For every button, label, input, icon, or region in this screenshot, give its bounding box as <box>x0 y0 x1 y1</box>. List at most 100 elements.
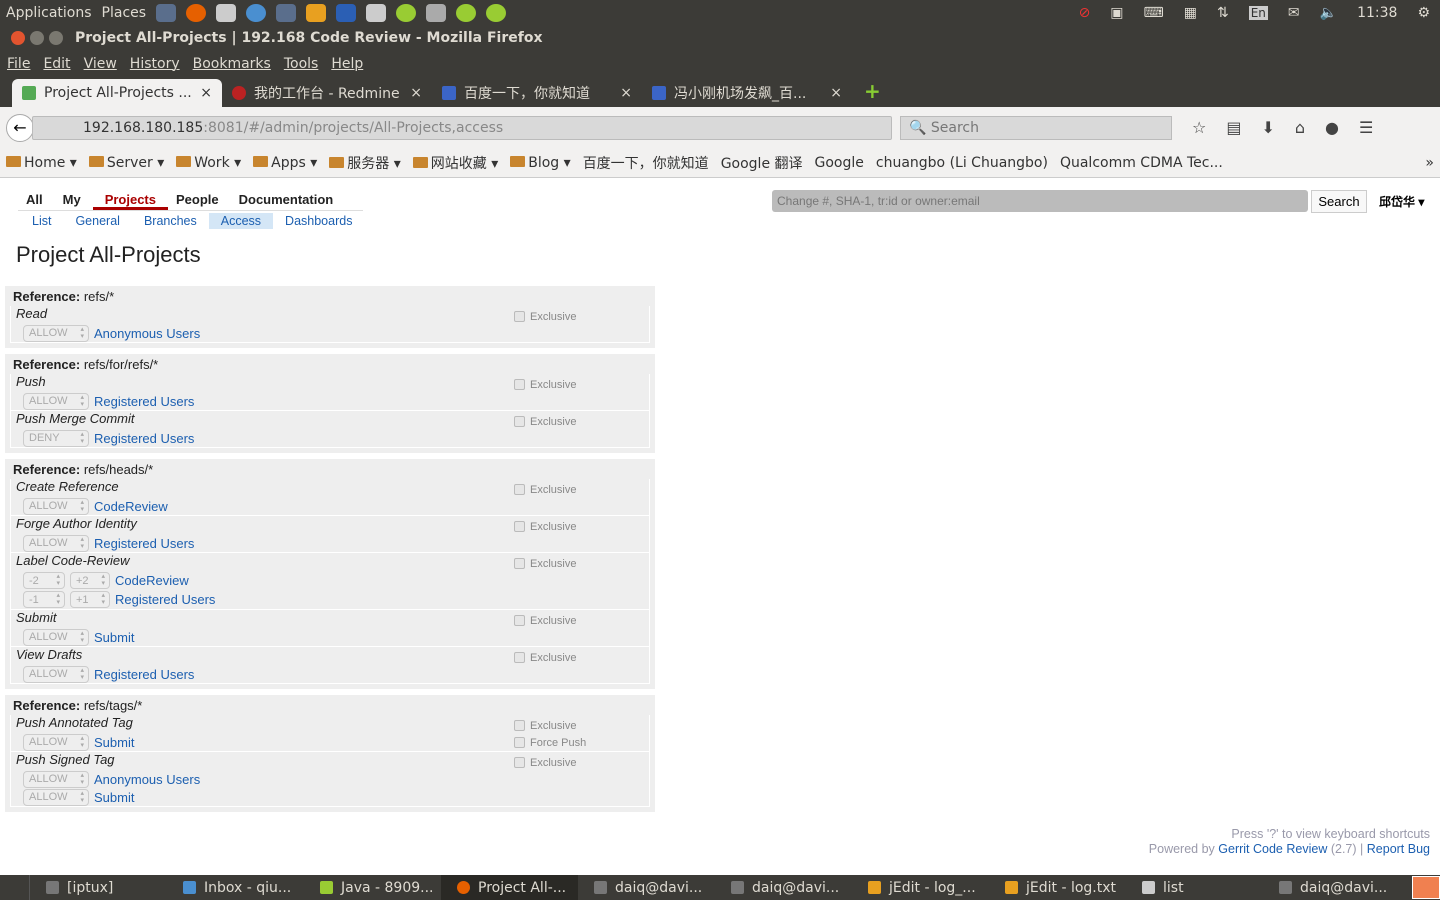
checkbox-icon[interactable] <box>514 615 525 626</box>
jedit-launcher-icon[interactable] <box>306 3 327 22</box>
new-tab-button[interactable]: + <box>864 79 881 107</box>
hamburger-menu-icon[interactable]: ☰ <box>1359 118 1373 137</box>
bookmark-folder-home[interactable]: Home ▾ <box>6 155 77 171</box>
user-menu[interactable]: 邱岱华 ▾ <box>1379 193 1424 210</box>
places-menu[interactable]: Places <box>102 5 147 21</box>
home-icon[interactable]: ⌂ <box>1295 118 1305 137</box>
taskbar-item-list[interactable]: list <box>1126 875 1263 900</box>
bookmarks-overflow-icon[interactable]: » <box>1425 155 1440 171</box>
show-desktop-icon[interactable] <box>0 875 30 900</box>
group-link[interactable]: CodeReview <box>94 499 168 514</box>
bookmark-google[interactable]: Google <box>815 155 864 171</box>
search-button[interactable]: Search <box>1311 190 1367 213</box>
browser-launcher-icon[interactable] <box>246 3 267 22</box>
checkbox-icon[interactable] <box>514 311 525 322</box>
menu-edit[interactable]: Edit <box>43 56 70 72</box>
min-value-select[interactable]: -1 <box>23 591 65 608</box>
action-select[interactable]: ALLOW <box>23 665 89 683</box>
reference-pattern[interactable]: refs/* <box>84 289 114 304</box>
eclipse-launcher-icon[interactable] <box>456 3 477 22</box>
firefox-launcher-icon[interactable] <box>186 3 207 22</box>
action-select[interactable]: ALLOW <box>23 497 89 515</box>
menu-projects[interactable]: Projects <box>92 192 168 210</box>
app-launcher-icon[interactable] <box>426 3 447 22</box>
checkbox-icon[interactable] <box>514 757 525 768</box>
tab-redmine[interactable]: 我的工作台 - Redmine × <box>222 79 432 107</box>
bookmark-star-icon[interactable]: ☆ <box>1192 118 1206 137</box>
action-select[interactable]: ALLOW <box>23 770 89 788</box>
group-link[interactable]: Submit <box>94 735 134 750</box>
menu-tools[interactable]: Tools <box>284 56 319 72</box>
mail-icon[interactable]: ✉ <box>1288 5 1300 21</box>
exclusive-checkbox[interactable]: Exclusive <box>514 376 604 393</box>
exclusive-checkbox[interactable]: Exclusive <box>514 754 604 771</box>
bookmark-qualcomm[interactable]: Qualcomm CDMA Tec... <box>1060 155 1223 171</box>
reading-list-icon[interactable]: ▤ <box>1226 118 1241 137</box>
minimize-window-icon[interactable] <box>30 30 44 45</box>
close-tab-icon[interactable]: × <box>830 85 842 101</box>
exclusive-checkbox[interactable]: Exclusive <box>514 413 604 430</box>
chat-icon[interactable]: ● <box>1325 118 1339 137</box>
exclusive-checkbox[interactable]: Exclusive <box>514 717 604 734</box>
eclipse-launcher-icon[interactable] <box>486 3 507 22</box>
url-bar[interactable]: 192.168.180.185:8081/#/admin/projects/Al… <box>32 115 892 140</box>
menu-my[interactable]: My <box>55 192 93 210</box>
report-bug-link[interactable]: Report Bug <box>1367 842 1430 856</box>
settings-gear-icon[interactable]: ⚙ <box>1417 5 1430 21</box>
clock[interactable]: 11:38 <box>1357 5 1397 21</box>
group-link[interactable]: Registered Users <box>94 431 194 446</box>
checkbox-icon[interactable] <box>514 652 525 663</box>
exclusive-checkbox[interactable]: Exclusive <box>514 649 604 666</box>
force-push-checkbox[interactable]: Force Push <box>514 734 604 751</box>
submenu-general[interactable]: General <box>63 213 131 229</box>
checkbox-icon[interactable] <box>514 521 525 532</box>
menu-people[interactable]: People <box>168 192 231 210</box>
bookmark-baidu[interactable]: 百度一下，你就知道 <box>583 153 709 173</box>
action-select[interactable]: ALLOW <box>23 324 89 342</box>
launcher-icon[interactable] <box>156 3 177 22</box>
volume-icon[interactable]: 🔈 <box>1320 5 1337 21</box>
reference-pattern[interactable]: refs/tags/* <box>84 698 143 713</box>
submenu-dashboards[interactable]: Dashboards <box>273 213 364 229</box>
group-link[interactable]: Registered Users <box>94 667 194 682</box>
applications-menu[interactable]: Applications <box>6 5 92 21</box>
submenu-list[interactable]: List <box>20 213 63 229</box>
close-window-icon[interactable] <box>11 30 25 45</box>
keyboard-layout[interactable]: En <box>1248 5 1268 20</box>
gerrit-link[interactable]: Gerrit Code Review <box>1218 842 1327 856</box>
close-tab-icon[interactable]: × <box>410 85 422 101</box>
tab-gerrit[interactable]: Project All-Projects ... × <box>12 79 222 107</box>
firefox-tray-icon[interactable] <box>1412 876 1440 899</box>
menu-bookmarks[interactable]: Bookmarks <box>193 56 271 72</box>
checkbox-icon[interactable] <box>514 737 525 748</box>
action-select[interactable]: ALLOW <box>23 733 89 751</box>
taskbar-item-java[interactable]: Java - 8909... <box>304 875 441 900</box>
taskbar-item-terminal[interactable]: daiq@davi... <box>715 875 852 900</box>
checkbox-icon[interactable] <box>514 484 525 495</box>
exclusive-checkbox[interactable]: Exclusive <box>514 481 604 498</box>
group-link[interactable]: CodeReview <box>115 573 189 588</box>
action-select[interactable]: DENY <box>23 429 89 447</box>
calendar-icon[interactable]: ▦ <box>1184 5 1197 21</box>
word-launcher-icon[interactable] <box>336 3 357 22</box>
reference-pattern[interactable]: refs/heads/* <box>84 462 153 477</box>
menu-file[interactable]: File <box>7 56 30 72</box>
action-select[interactable]: ALLOW <box>23 788 89 806</box>
downloads-icon[interactable]: ⬇ <box>1261 118 1274 137</box>
submenu-branches[interactable]: Branches <box>132 213 209 229</box>
network-icon[interactable]: ⇅ <box>1217 5 1229 21</box>
stack-launcher-icon[interactable] <box>366 3 387 22</box>
bookmark-folder-sites[interactable]: 网站收藏 ▾ <box>413 153 498 173</box>
max-value-select[interactable]: +1 <box>70 591 110 608</box>
system-monitor-icon[interactable]: ▣ <box>1110 5 1123 21</box>
keyboard-icon[interactable]: ⌨ <box>1144 5 1164 21</box>
checkbox-icon[interactable] <box>514 558 525 569</box>
taskbar-item-iptux[interactable]: [iptux] <box>30 875 167 900</box>
bookmark-github[interactable]: chuangbo (Li Chuangbo) <box>876 155 1048 171</box>
action-select[interactable]: ALLOW <box>23 534 89 552</box>
menu-history[interactable]: History <box>130 56 180 72</box>
screenshot-launcher-icon[interactable] <box>216 3 237 22</box>
blocked-icon[interactable]: ⊘ <box>1079 5 1091 21</box>
taskbar-item-jedit[interactable]: jEdit - log.txt <box>989 875 1126 900</box>
taskbar-item-firefox[interactable]: Project All-... <box>441 875 578 900</box>
